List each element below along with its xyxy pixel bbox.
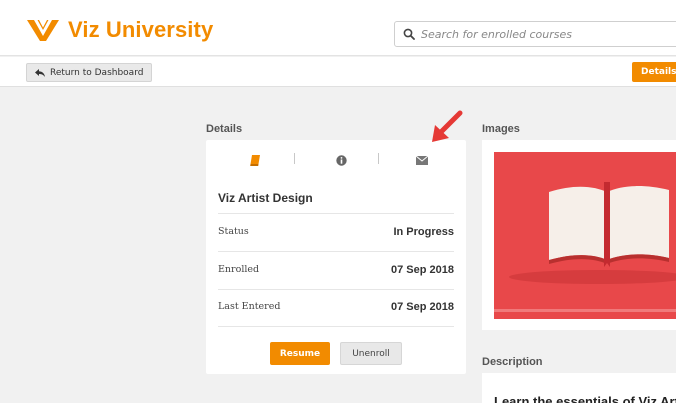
brand-name: Viz University: [68, 17, 214, 42]
unenroll-button[interactable]: Unenroll: [340, 342, 402, 365]
resume-button[interactable]: Resume: [270, 342, 330, 365]
return-to-dashboard-button[interactable]: Return to Dashboard: [26, 63, 153, 82]
images-card: [482, 140, 676, 330]
description-card: Learn the essentials of Viz Artist: [482, 373, 676, 403]
book-icon: [250, 154, 260, 166]
description-section-label: Description: [482, 356, 543, 368]
enrolled-value: 07 Sep 2018: [391, 264, 454, 276]
divider: [218, 326, 454, 327]
envelope-icon: [416, 155, 428, 165]
divider: [218, 251, 454, 252]
sub-bar: Return to Dashboard Details: [0, 57, 676, 87]
divider: [218, 213, 454, 214]
details-section-label: Details: [206, 123, 243, 135]
search-box[interactable]: [394, 21, 676, 47]
tab-divider: [378, 153, 379, 164]
last-entered-value: 07 Sep 2018: [391, 301, 454, 313]
red-arrow-icon: [432, 110, 463, 142]
divider: [218, 289, 454, 290]
open-book-illustration: [494, 182, 676, 312]
status-label: Status: [218, 226, 249, 237]
details-tabs: [206, 140, 466, 178]
course-title: Viz Artist Design: [218, 191, 313, 205]
enrolled-label: Enrolled: [218, 264, 260, 275]
viz-logo-icon: [27, 20, 59, 41]
status-value: In Progress: [393, 226, 454, 238]
top-bar: Viz University: [0, 0, 676, 56]
info-icon: [335, 154, 347, 166]
tab-course-info[interactable]: [240, 150, 270, 170]
last-entered-label: Last Entered: [218, 301, 281, 312]
description-text: Learn the essentials of Viz Artist: [494, 394, 676, 403]
search-input[interactable]: [421, 27, 671, 41]
tab-messages[interactable]: [407, 150, 437, 170]
details-button[interactable]: Details: [632, 62, 676, 82]
search-icon: [403, 28, 415, 40]
course-image: [494, 152, 676, 319]
details-card: Viz Artist Design Status In Progress Enr…: [206, 140, 466, 374]
tab-info[interactable]: [326, 150, 356, 170]
logo[interactable]: Viz University: [26, 17, 213, 43]
tab-divider: [294, 153, 295, 164]
reply-arrow-icon: [35, 68, 45, 77]
images-section-label: Images: [482, 123, 520, 135]
return-to-dashboard-label: Return to Dashboard: [50, 67, 144, 78]
